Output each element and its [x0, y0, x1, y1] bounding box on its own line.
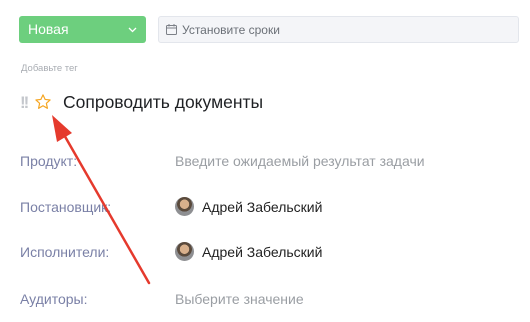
deadline-placeholder: Установите сроки — [182, 22, 280, 37]
assignees-label: Исполнители: — [20, 244, 110, 260]
assignee-name: Адрей Забельский — [202, 243, 323, 260]
auditors-input[interactable]: Выберите значение — [175, 291, 304, 307]
avatar — [175, 242, 194, 261]
add-tag-link[interactable]: Добавьте тег — [21, 63, 78, 74]
auditors-label: Аудиторы: — [20, 291, 88, 307]
creator-name: Адрей Забельский — [202, 198, 323, 215]
assignee-user[interactable]: Адрей Забельский — [175, 242, 322, 261]
status-select[interactable]: Новая — [19, 16, 146, 43]
star-icon[interactable] — [34, 93, 52, 116]
task-card: Новая Установите сроки Добавьте тег !! С… — [0, 0, 530, 322]
chevron-down-icon — [128, 16, 137, 43]
creator-user[interactable]: Адрей Забельский — [175, 197, 322, 216]
deadline-field[interactable]: Установите сроки — [158, 16, 519, 43]
task-title[interactable]: Сопроводить документы — [63, 92, 263, 113]
priority-toggle[interactable]: !! — [20, 93, 29, 113]
creator-label: Постановщик: — [20, 199, 112, 215]
status-value: Новая — [28, 21, 69, 37]
avatar — [175, 197, 194, 216]
product-input[interactable]: Введите ожидаемый результат задачи — [175, 153, 425, 169]
calendar-icon — [166, 24, 177, 35]
product-label: Продукт: — [20, 153, 78, 169]
